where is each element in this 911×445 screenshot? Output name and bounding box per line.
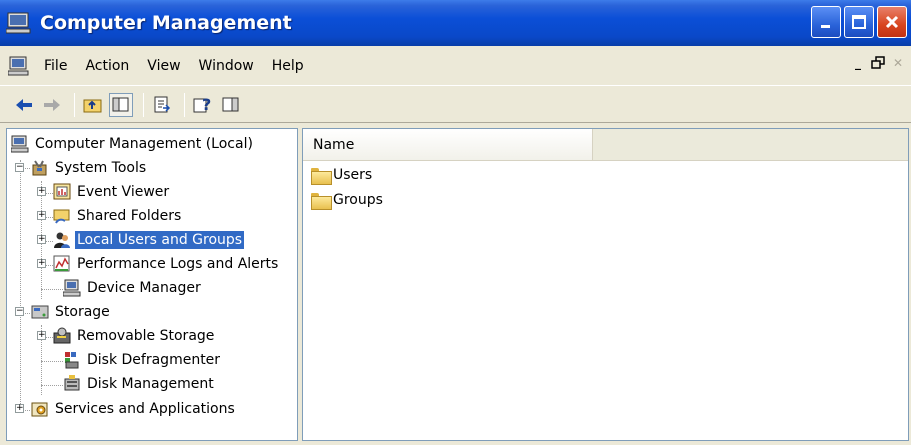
disk-management-icon [63, 375, 81, 393]
expand-toggle[interactable]: + [37, 331, 46, 340]
menu-help[interactable]: Help [266, 58, 316, 74]
performance-logs-icon [53, 255, 71, 273]
tree-item-device-manager[interactable]: Device Manager [62, 277, 203, 299]
storage-icon [31, 303, 49, 321]
details-list[interactable]: Name Users Groups [302, 128, 909, 441]
toolbar-separator [143, 92, 144, 117]
tree-connector [20, 160, 21, 410]
close-button[interactable] [877, 6, 907, 38]
column-header-bar: Name [303, 129, 908, 161]
up-level-button[interactable] [81, 93, 105, 117]
console-tree[interactable]: Computer Management (Local) − System Too… [6, 128, 298, 441]
maximize-icon [852, 15, 866, 29]
minimize-icon [821, 25, 830, 28]
device-manager-icon [62, 279, 81, 297]
services-icon [31, 400, 49, 418]
tree-item-local-users-and-groups[interactable]: Local Users and Groups [53, 229, 245, 251]
show-hide-tree-button[interactable] [109, 92, 133, 117]
tree-item-event-viewer[interactable]: Event Viewer [53, 181, 171, 203]
tree-item-services-and-applications[interactable]: Services and Applications [31, 398, 237, 420]
menu-view[interactable]: View [141, 58, 192, 74]
tree-item-label: Disk Defragmenter [87, 352, 221, 368]
back-button[interactable] [12, 93, 36, 117]
tree-connector [41, 289, 63, 290]
toolbar: ? [0, 87, 911, 123]
removable-storage-icon [53, 327, 71, 345]
tree-item-disk-defragmenter[interactable]: Disk Defragmenter [63, 349, 222, 371]
toolbar-separator [184, 92, 185, 117]
expand-toggle[interactable]: + [15, 404, 24, 413]
help-button[interactable]: ? [191, 93, 215, 117]
disk-defragmenter-icon [63, 351, 81, 369]
tree-item-label: Disk Management [87, 376, 214, 392]
expand-toggle[interactable]: + [37, 235, 46, 244]
back-arrow-icon [16, 98, 32, 111]
tree-item-label: Shared Folders [77, 208, 182, 224]
help-icon: ? [193, 96, 211, 114]
tree-item-label: Device Manager [87, 280, 201, 296]
tree-item-label: Services and Applications [55, 401, 235, 417]
close-icon [885, 15, 899, 29]
window-title: Computer Management [40, 12, 292, 34]
export-list-button[interactable] [150, 93, 174, 117]
expand-toggle[interactable]: + [37, 259, 46, 268]
toolbar-separator [74, 92, 75, 117]
menu-action[interactable]: Action [79, 58, 141, 74]
list-item-label: Groups [333, 192, 383, 208]
column-header-name[interactable]: Name [303, 129, 593, 160]
mdi-close-icon[interactable]: ✕ [889, 54, 907, 72]
collapse-toggle[interactable]: − [15, 163, 24, 172]
list-item-label: Users [333, 167, 373, 183]
up-level-icon [83, 99, 102, 112]
computer-management-icon [5, 11, 32, 35]
computer-icon [10, 135, 29, 153]
forward-button[interactable] [40, 93, 64, 117]
mdi-restore-icon[interactable] [869, 54, 887, 72]
maximize-button[interactable] [844, 6, 874, 38]
title-bar[interactable]: Computer Management [0, 0, 911, 46]
svg-text:?: ? [202, 96, 211, 114]
show-hide-action-pane-icon [222, 97, 239, 111]
menu-file[interactable]: File [38, 58, 79, 74]
tree-item-storage[interactable]: Storage [31, 301, 112, 323]
tree-item-label: Performance Logs and Alerts [77, 256, 279, 272]
tree-item-label: Removable Storage [77, 328, 215, 344]
expand-toggle[interactable]: + [37, 211, 46, 220]
forward-arrow-icon [44, 98, 60, 111]
tree-item-label: Storage [55, 304, 110, 320]
list-item-groups[interactable]: Groups [311, 192, 383, 210]
tree-item-computer-management[interactable]: Computer Management (Local) [10, 133, 255, 155]
tree-item-label: Event Viewer [77, 184, 170, 200]
tree-item-disk-management[interactable]: Disk Management [63, 373, 216, 395]
tree-item-label: Local Users and Groups [75, 231, 245, 249]
show-hide-action-pane-button[interactable] [219, 93, 243, 117]
tree-item-shared-folders[interactable]: Shared Folders [53, 205, 183, 227]
tree-connector [41, 385, 63, 386]
mdi-minimize-icon[interactable]: _ [849, 54, 867, 72]
system-tools-icon [31, 159, 49, 177]
tree-item-label: Computer Management (Local) [35, 136, 253, 152]
list-item-users[interactable]: Users [311, 167, 373, 185]
system-menu-icon[interactable] [7, 56, 30, 76]
shared-folder-icon [53, 207, 71, 225]
tree-item-performance-logs[interactable]: Performance Logs and Alerts [53, 253, 280, 275]
minimize-button[interactable] [811, 6, 841, 38]
expand-toggle[interactable]: + [37, 187, 46, 196]
folder-icon [311, 167, 332, 185]
tree-item-removable-storage[interactable]: Removable Storage [53, 325, 216, 347]
tree-item-system-tools[interactable]: System Tools [31, 157, 148, 179]
collapse-toggle[interactable]: − [15, 307, 24, 316]
event-viewer-icon [53, 183, 71, 201]
export-list-icon [154, 96, 171, 112]
tree-connector [41, 361, 63, 362]
tree-item-label: System Tools [55, 160, 147, 176]
menu-bar: File Action View Window Help _ ✕ [0, 46, 911, 86]
folder-icon [311, 192, 332, 210]
users-group-icon [53, 231, 71, 249]
menu-window[interactable]: Window [193, 58, 266, 74]
show-hide-tree-icon [112, 97, 129, 111]
